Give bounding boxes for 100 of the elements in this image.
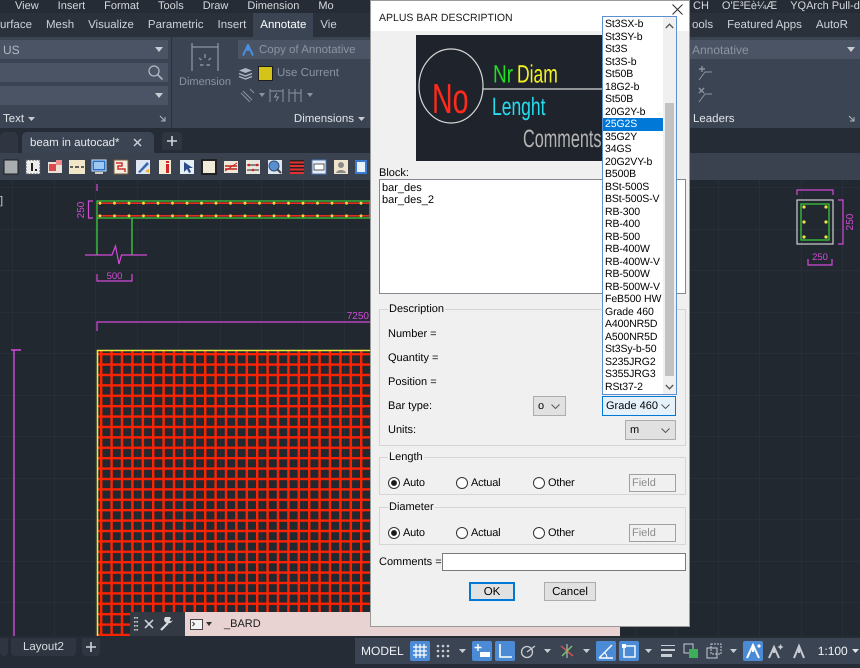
menu-item[interactable]: Mo: [318, 0, 334, 13]
menu-item[interactable]: Format: [104, 0, 140, 13]
comments-input[interactable]: [442, 553, 686, 571]
figure-icon[interactable]: [333, 158, 349, 174]
ribbon-tab[interactable]: Insert: [210, 13, 254, 37]
aligned-dimension-icon[interactable]: [240, 88, 255, 102]
bar-shape-dropdown[interactable]: o: [533, 396, 566, 416]
launcher-icon[interactable]: [159, 115, 166, 122]
leader-add-icon[interactable]: [697, 65, 713, 81]
page-icon[interactable]: [157, 158, 173, 174]
search-field[interactable]: [0, 63, 168, 82]
radio-label[interactable]: Auto: [403, 477, 425, 489]
scrollbar[interactable]: [663, 17, 676, 394]
selection-cycling-toggle[interactable]: [704, 641, 724, 661]
dropdown-option[interactable]: RSt37-2: [603, 380, 663, 393]
dropdown-option[interactable]: RB-500W: [603, 268, 663, 280]
menu-item[interactable]: Draw: [202, 0, 228, 13]
panel-title[interactable]: Leaders: [693, 112, 735, 124]
dynamic-input-toggle[interactable]: [472, 641, 492, 661]
grade-dropdown[interactable]: Grade 460: [602, 396, 676, 416]
dropdown-option[interactable]: 25G2S: [603, 118, 663, 130]
wrench-icon[interactable]: [160, 617, 174, 631]
grip-icon[interactable]: [134, 617, 138, 631]
dialog-button[interactable]: OK: [469, 582, 515, 601]
menu-item[interactable]: YQArch Pull-d: [790, 0, 860, 13]
frame-icon[interactable]: [201, 158, 217, 174]
menu-item[interactable]: CH: [693, 0, 709, 13]
radio-label[interactable]: Other: [548, 527, 575, 539]
menu-item[interactable]: View: [15, 0, 39, 13]
dropdown-option[interactable]: 35G2Y: [603, 130, 663, 143]
dropdown-option[interactable]: B500B: [603, 168, 663, 180]
dropdown-option[interactable]: RB-500W-V: [603, 280, 663, 293]
radio-label[interactable]: Actual: [471, 477, 500, 489]
caret-icon[interactable]: [544, 649, 551, 653]
ribbon-tab[interactable]: Parametric: [140, 13, 211, 37]
text-style-dropdown[interactable]: US: [0, 40, 168, 59]
dropdown-option[interactable]: 34GS: [603, 143, 663, 156]
menu-item[interactable]: Tools: [158, 0, 184, 13]
radio-button[interactable]: [456, 477, 468, 489]
dropdown-option[interactable]: St3Sy-b-50: [603, 343, 663, 356]
radio-button[interactable]: [456, 527, 468, 539]
dropdown-option[interactable]: St3SX-b: [603, 18, 663, 30]
dropdown-option[interactable]: A400NR5D: [603, 318, 663, 330]
command-line-handle[interactable]: [130, 612, 185, 636]
dropdown-option[interactable]: St3S: [603, 43, 663, 56]
strike-icon[interactable]: [223, 158, 239, 174]
ribbon-tab[interactable]: Featured Apps: [720, 13, 809, 37]
scrollbar-thumb[interactable]: [665, 103, 674, 376]
ribbon-tab[interactable]: AutoR: [808, 13, 855, 37]
layout-tab[interactable]: Layout2: [11, 638, 76, 656]
radio-button[interactable]: [533, 477, 545, 489]
dialog-button[interactable]: Cancel: [544, 582, 596, 601]
dimension-dots-icon[interactable]: [245, 158, 261, 174]
new-tab-button[interactable]: [162, 132, 182, 150]
dropdown-option[interactable]: A500NR5D: [603, 330, 663, 343]
framed-box-icon[interactable]: [311, 158, 327, 174]
document-tab[interactable]: beam in autocad*: [22, 132, 154, 153]
dropdown-option[interactable]: BSt-500S: [603, 180, 663, 193]
menu-item[interactable]: O'E³Eè¼Æ: [722, 0, 778, 13]
menu-item[interactable]: Insert: [58, 0, 86, 13]
dropdown-field[interactable]: [0, 86, 168, 105]
dropdown-option[interactable]: St3S-b: [603, 56, 663, 68]
close-icon[interactable]: [672, 4, 683, 15]
radio-button[interactable]: [533, 527, 545, 539]
ribbon-tab[interactable]: Vie: [313, 13, 344, 37]
radio-label[interactable]: Other: [548, 477, 575, 489]
panel-title[interactable]: Text: [3, 112, 36, 124]
dropdown-option[interactable]: S355JRG3: [603, 368, 663, 380]
stripes-icon[interactable]: [289, 158, 305, 174]
radio-button[interactable]: [388, 527, 400, 539]
annotation-scale-button[interactable]: 1:100: [818, 644, 859, 658]
layers-icon[interactable]: [238, 66, 253, 80]
grid-toggle[interactable]: [410, 641, 430, 661]
caret-icon[interactable]: [644, 649, 652, 653]
dropdown-option[interactable]: RB-300: [603, 206, 663, 218]
caret-icon[interactable]: [730, 649, 737, 653]
menu-item[interactable]: Dimension: [247, 0, 300, 13]
new-layout-button[interactable]: [82, 638, 100, 656]
zigzag-icon[interactable]: [113, 158, 129, 174]
spacing-icon[interactable]: [288, 88, 303, 102]
ribbon-tab[interactable]: Annotate: [253, 13, 314, 37]
osnap-toggle[interactable]: [618, 641, 639, 661]
ribbon-tab[interactable]: Visualize: [81, 13, 141, 37]
dropdown-option[interactable]: RB-400: [603, 218, 663, 230]
ortho-toggle[interactable]: [494, 641, 515, 661]
launcher-icon[interactable]: [848, 115, 855, 122]
dropdown-option[interactable]: FeB500 HW: [603, 293, 663, 306]
list-item[interactable]: bar_des_2: [382, 194, 434, 206]
square-icon[interactable]: [3, 158, 19, 174]
dropdown-option[interactable]: S235JRG2: [603, 356, 663, 368]
caret-icon[interactable]: [458, 649, 466, 653]
ribbon-tab[interactable]: urface: [0, 13, 39, 37]
units-dropdown[interactable]: m: [625, 420, 676, 440]
cursor-icon[interactable]: [179, 158, 195, 174]
list-item[interactable]: bar_des: [382, 182, 422, 194]
sheet-icon[interactable]: [355, 158, 367, 174]
dropdown-option[interactable]: 18G2-b: [603, 80, 663, 93]
radio-label[interactable]: Auto: [403, 527, 425, 539]
ribbon-tab[interactable]: ools: [690, 13, 720, 37]
break-bracket-icon[interactable]: [269, 88, 284, 102]
